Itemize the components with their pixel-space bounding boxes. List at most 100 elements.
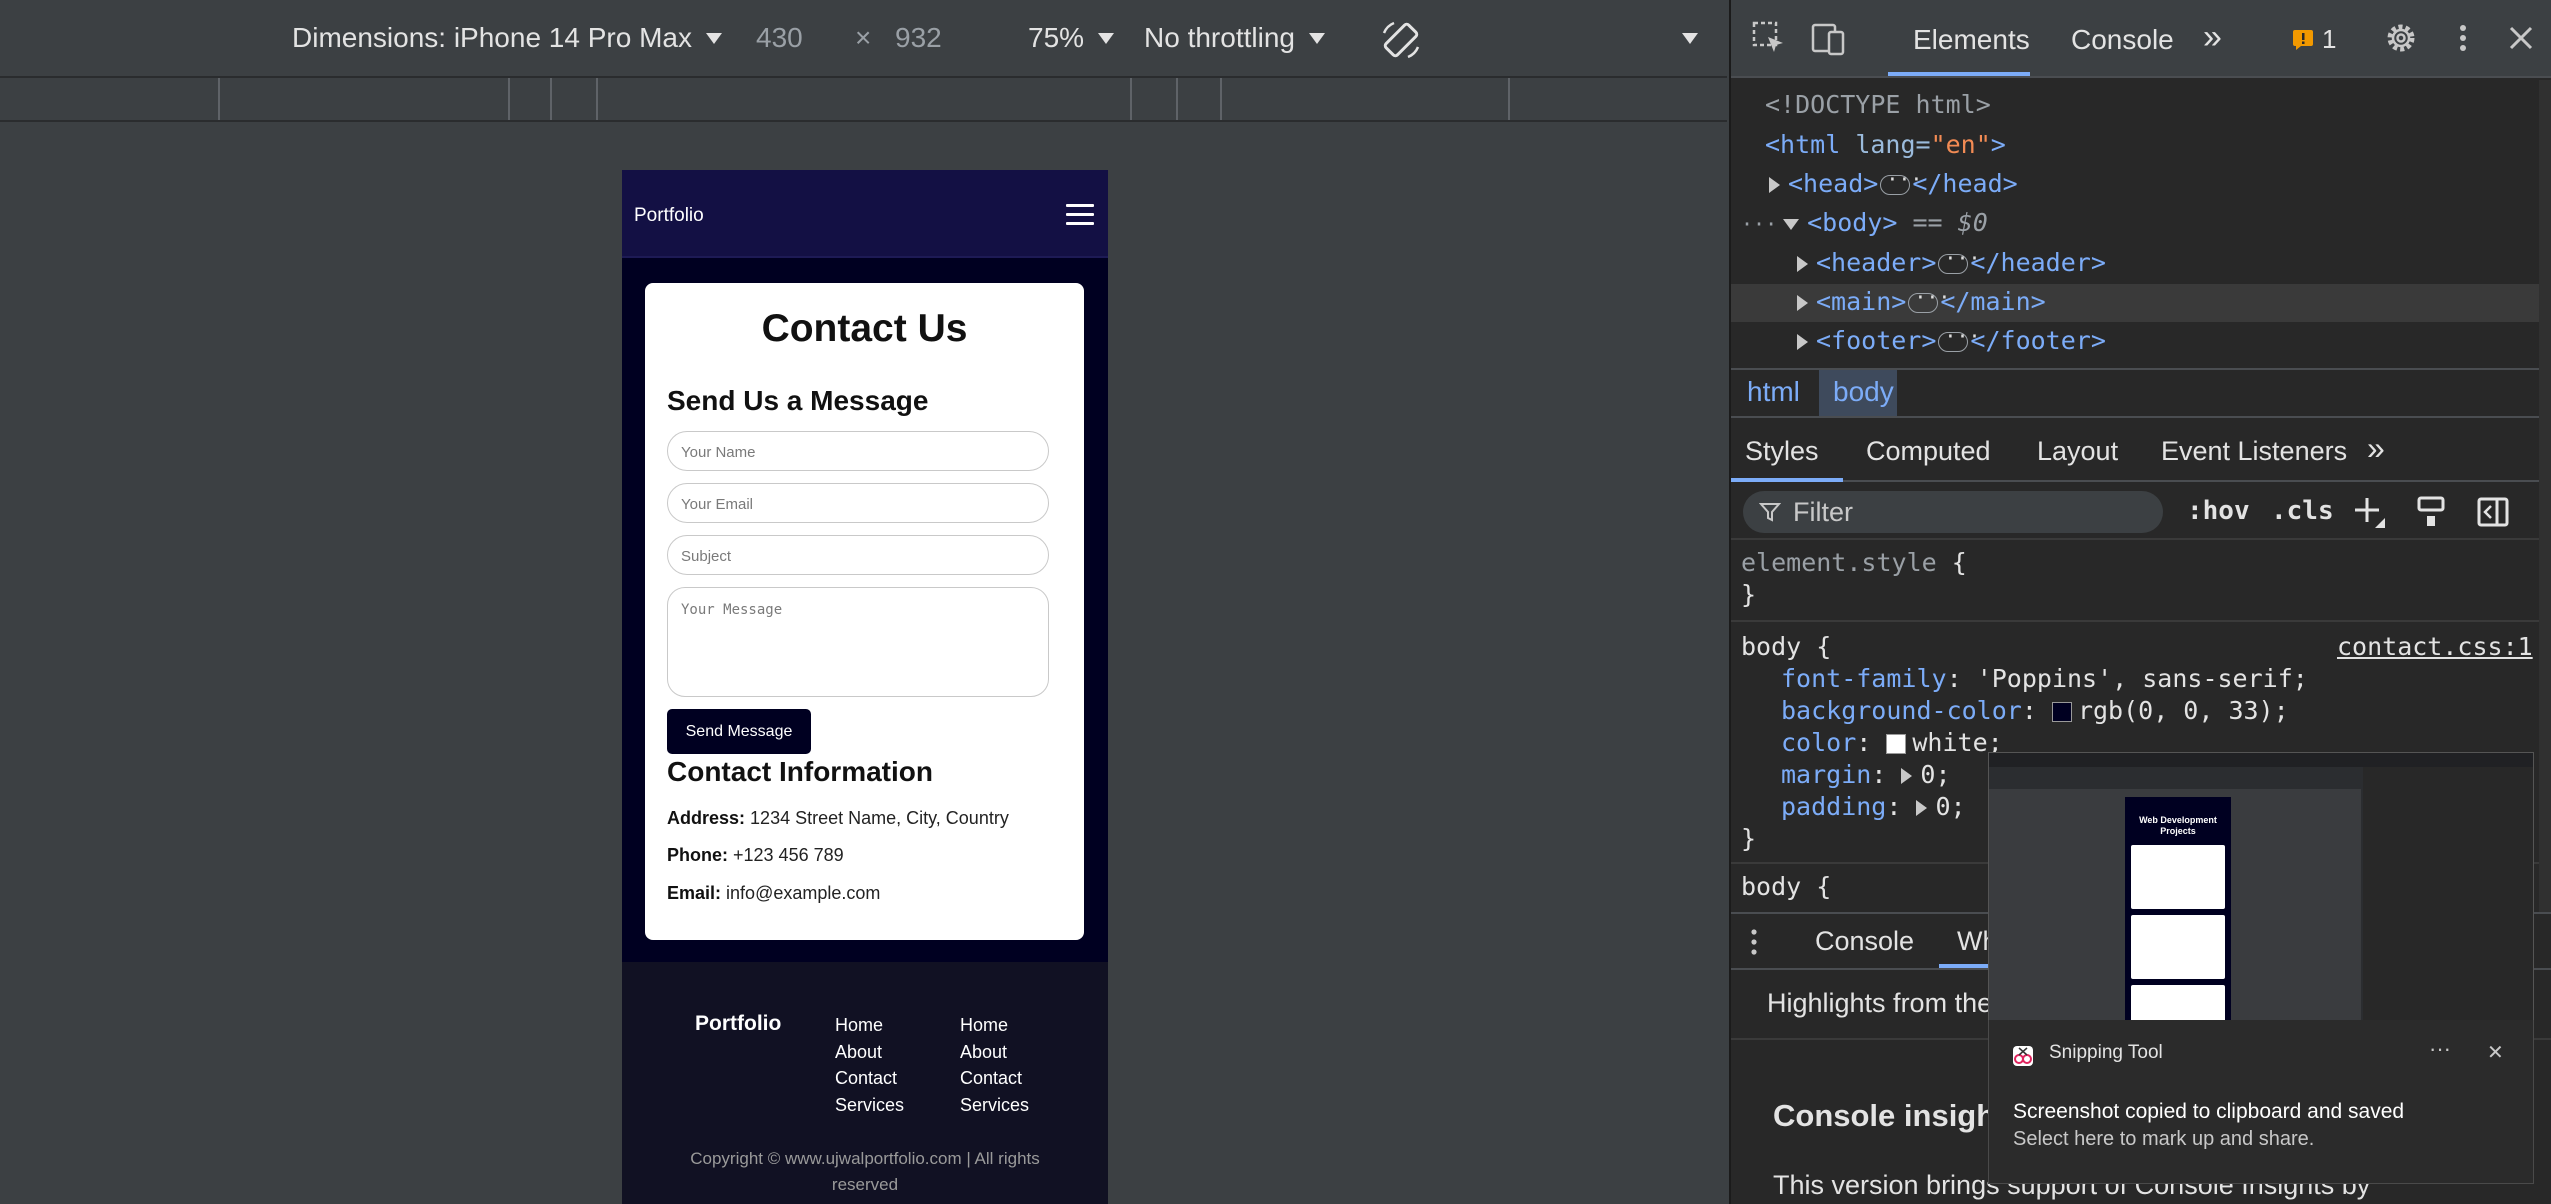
ruler-segment[interactable] — [1508, 78, 1510, 120]
dom-row-menu-icon[interactable]: ··· — [1741, 212, 1777, 236]
name-field[interactable]: Your Name — [667, 431, 1049, 471]
thumb-phone: Web Development Projects — [2125, 797, 2231, 1021]
breadcrumb: html body — [1731, 368, 2551, 418]
more-tabs-button[interactable]: » — [2203, 18, 2222, 57]
footer-link-services[interactable]: Services — [960, 1092, 1029, 1119]
tab-computed[interactable]: Computed — [1866, 436, 1991, 467]
expand-triangle-icon[interactable] — [1797, 334, 1808, 350]
dom-footer-node[interactable]: <footer> </footer> — [1797, 324, 2106, 355]
device-height-input[interactable]: 932 — [895, 18, 942, 58]
ruler-segment[interactable] — [596, 78, 598, 120]
media-query-ruler[interactable] — [0, 76, 1727, 122]
phone-line: Phone: +123 456 789 — [667, 845, 844, 866]
tab-console[interactable]: Console — [2071, 24, 2174, 56]
ruler-segment[interactable] — [1176, 78, 1178, 120]
css-source-link[interactable]: contact.css:1 — [2337, 632, 2533, 661]
dom-head-node[interactable]: <head> </head> — [1769, 167, 2018, 198]
css-declaration[interactable]: color: white; — [1781, 728, 2003, 757]
snip-thumbnail[interactable]: Web Development Projects — [1988, 752, 2534, 1022]
ruler-segment[interactable] — [550, 78, 552, 120]
dom-doctype[interactable]: <!DOCTYPE html> — [1765, 90, 1991, 119]
inspect-element-icon[interactable] — [1749, 18, 1789, 58]
next-body-rule[interactable]: body { — [1741, 872, 1831, 901]
footer-link-about[interactable]: About — [960, 1039, 1029, 1066]
settings-gear-icon[interactable] — [2381, 18, 2421, 58]
zoom-dropdown[interactable]: 75% — [1028, 18, 1115, 58]
breadcrumb-body[interactable]: body — [1833, 376, 1894, 408]
breadcrumb-html[interactable]: html — [1747, 376, 1800, 408]
hov-toggle[interactable]: :hov — [2187, 496, 2250, 526]
more-options-icon[interactable] — [2443, 18, 2483, 58]
device-toggle-icon[interactable] — [1809, 18, 1849, 58]
tab-event-listeners[interactable]: Event Listeners — [2161, 436, 2347, 467]
throttling-dropdown[interactable]: No throttling — [1144, 18, 1325, 58]
expand-triangle-icon[interactable] — [1916, 800, 1928, 816]
expand-triangle-icon[interactable] — [1901, 768, 1913, 784]
dom-html-node[interactable]: <html lang="en"> — [1765, 130, 2006, 159]
ruler-segment[interactable] — [218, 78, 220, 120]
message-textarea[interactable]: Your Message — [667, 587, 1049, 697]
css-declaration[interactable]: background-color: rgb(0, 0, 33); — [1781, 696, 2289, 725]
sidebar-toggle-icon[interactable] — [2475, 494, 2511, 530]
snip-more-button[interactable]: ··· — [2429, 1036, 2451, 1062]
paint-brush-icon[interactable] — [2413, 494, 2449, 530]
email-field[interactable]: Your Email — [667, 483, 1049, 523]
add-rule-icon[interactable] — [2351, 494, 2387, 530]
color-swatch[interactable] — [1886, 734, 1907, 754]
footer-link-about[interactable]: About — [835, 1039, 904, 1066]
tab-elements[interactable]: Elements — [1913, 24, 2030, 56]
address-label: Address: — [667, 808, 746, 828]
filter-input[interactable]: Filter — [1743, 491, 2163, 533]
device-width-input[interactable]: 430 — [756, 18, 803, 58]
ruler-segment[interactable] — [508, 78, 510, 120]
footer-link-home[interactable]: Home — [960, 1012, 1029, 1039]
collapsed-ellipsis-icon[interactable] — [1938, 246, 1981, 274]
html-open-tag: <html — [1765, 130, 1841, 159]
drawer-menu-icon[interactable] — [1745, 926, 1763, 958]
close-icon[interactable] — [2501, 18, 2541, 58]
tab-styles[interactable]: Styles — [1745, 436, 1819, 467]
subject-field[interactable]: Subject — [667, 535, 1049, 575]
dom-main-node[interactable]: <main> </main> — [1797, 285, 2046, 316]
site-logo[interactable]: Portfolio — [634, 205, 704, 227]
issues-badge[interactable]: 1 — [2286, 22, 2356, 62]
css-declaration[interactable]: padding: 0; — [1781, 792, 1966, 821]
tab-layout[interactable]: Layout — [2037, 436, 2118, 467]
dom-tree: <!DOCTYPE html> <html lang="en"> <head><… — [1731, 80, 2551, 367]
snipping-tool-notification[interactable]: Snipping Tool ··· ✕ Screenshot copied to… — [1988, 1020, 2534, 1184]
hamburger-menu-icon[interactable] — [1066, 204, 1094, 226]
expand-triangle-icon[interactable] — [1769, 177, 1780, 193]
phone-label: Phone: — [667, 845, 728, 865]
footer-link-contact[interactable]: Contact — [960, 1065, 1029, 1092]
scrollbar[interactable] — [2539, 80, 2551, 912]
dom-body-node[interactable]: ··· <body> == $0 — [1741, 208, 1988, 237]
collapse-triangle-icon[interactable] — [1783, 218, 1800, 230]
element-style-rule[interactable]: element.style { — [1741, 548, 1967, 577]
expand-triangle-icon[interactable] — [1797, 256, 1808, 272]
send-message-button[interactable]: Send Message — [667, 709, 811, 754]
footer-link-services[interactable]: Services — [835, 1092, 904, 1119]
collapsed-ellipsis-icon[interactable] — [1880, 167, 1922, 195]
footer-link-contact[interactable]: Contact — [835, 1065, 904, 1092]
footer-link-home[interactable]: Home — [835, 1012, 904, 1039]
collapsed-ellipsis-icon[interactable] — [1938, 324, 1981, 352]
css-declaration[interactable]: font-family: 'Poppins', sans-serif; — [1781, 664, 2308, 693]
rotate-icon[interactable] — [1380, 20, 1422, 60]
chevron-down-icon — [1308, 32, 1325, 44]
expand-triangle-icon[interactable] — [1797, 295, 1808, 311]
body-rule-selector[interactable]: body { — [1741, 632, 1831, 661]
dom-header-node[interactable]: <header> </header> — [1797, 246, 2106, 277]
ruler-segment[interactable] — [1220, 78, 1222, 120]
thumb-title-line-2: Projects — [2160, 826, 2196, 836]
color-swatch[interactable] — [2051, 702, 2072, 722]
ruler-segment[interactable] — [1130, 78, 1132, 120]
device-dimensions-dropdown[interactable]: Dimensions: iPhone 14 Pro Max — [292, 18, 722, 58]
collapsed-ellipsis-icon[interactable] — [1908, 285, 1950, 313]
snip-close-button[interactable]: ✕ — [2487, 1040, 2504, 1065]
cls-toggle[interactable]: .cls — [2271, 496, 2334, 526]
more-subtabs-button[interactable]: » — [2367, 430, 2385, 467]
css-declaration[interactable]: margin: 0; — [1781, 760, 1951, 789]
thumb-project-card — [2131, 845, 2225, 909]
device-options-caret[interactable] — [1668, 18, 1698, 58]
drawer-tab-console[interactable]: Console — [1815, 926, 1914, 957]
